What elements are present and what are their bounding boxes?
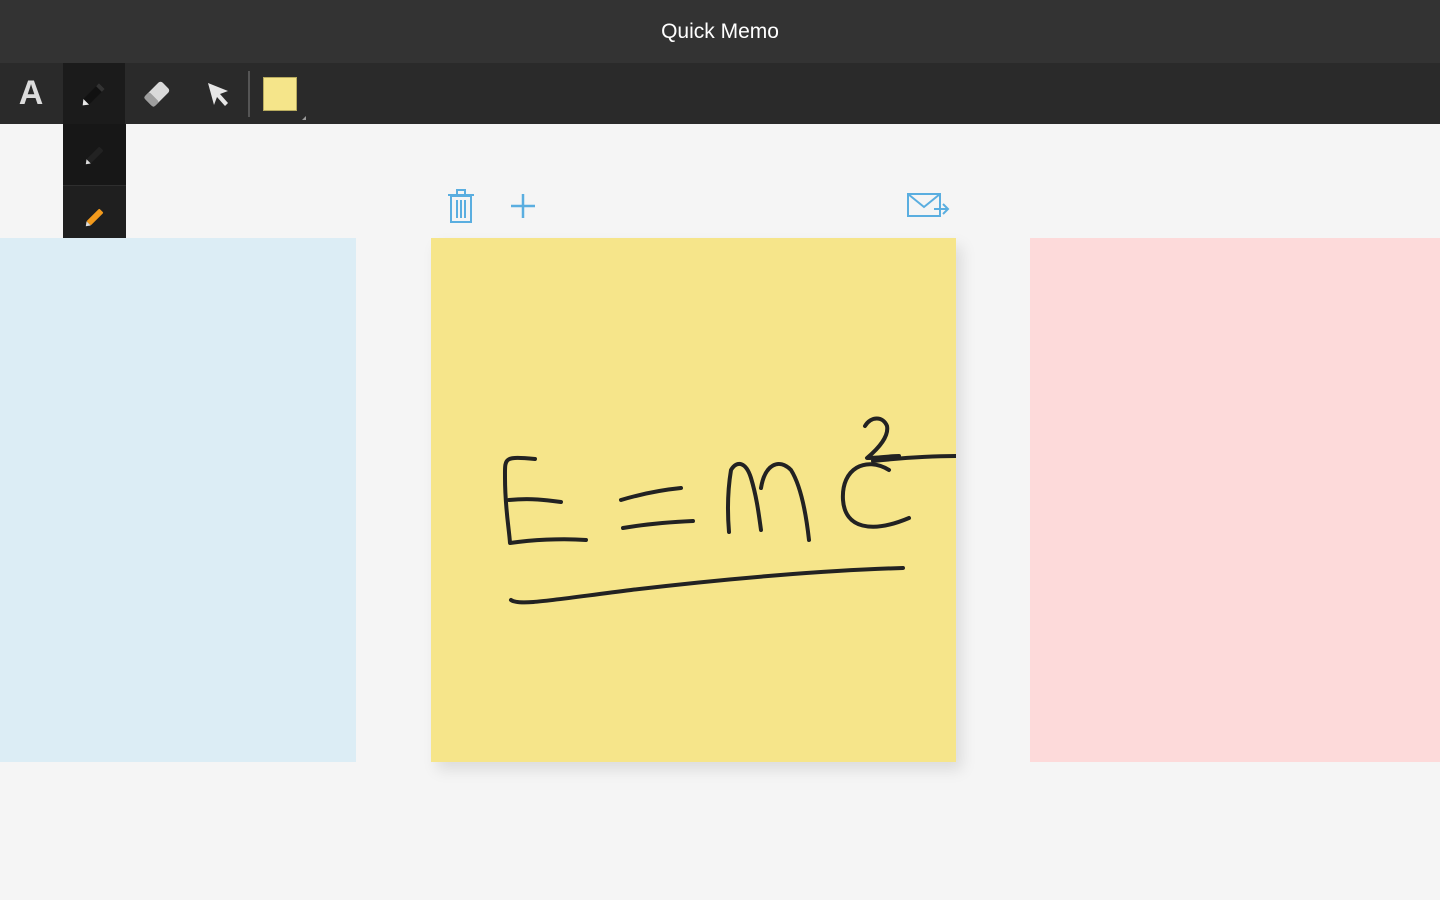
text-tool-icon: A (18, 74, 44, 112)
pen-orange-icon (85, 208, 103, 226)
toolbar: A (0, 63, 1440, 124)
title-bar: Quick Memo (0, 0, 1440, 63)
eraser-tool-button[interactable] (126, 63, 188, 124)
cursor-arrow-icon (208, 82, 228, 106)
select-tool-button[interactable] (188, 63, 250, 124)
trash-icon (448, 189, 474, 223)
eraser-icon (144, 81, 170, 107)
pen-color-black[interactable] (63, 124, 126, 186)
handwritten-drawing (502, 416, 958, 605)
dropdown-corner-indicator (302, 115, 306, 120)
background-color-button[interactable] (250, 63, 310, 124)
plus-icon (511, 194, 535, 218)
mail-send-icon (907, 193, 950, 217)
memo-note-yellow[interactable] (431, 238, 958, 762)
share-note-button[interactable] (905, 186, 951, 226)
pen-black-icon (85, 146, 103, 164)
pen-tool-button[interactable] (63, 63, 125, 124)
background-color-swatch (263, 76, 306, 120)
memo-note-blue[interactable] (0, 238, 356, 762)
pen-icon (82, 82, 105, 105)
text-tool-button[interactable]: A (0, 63, 62, 124)
app-title: Quick Memo (661, 19, 779, 43)
delete-note-button[interactable] (441, 186, 481, 226)
memo-note-pink[interactable] (1030, 238, 1440, 762)
add-note-button[interactable] (503, 186, 543, 226)
